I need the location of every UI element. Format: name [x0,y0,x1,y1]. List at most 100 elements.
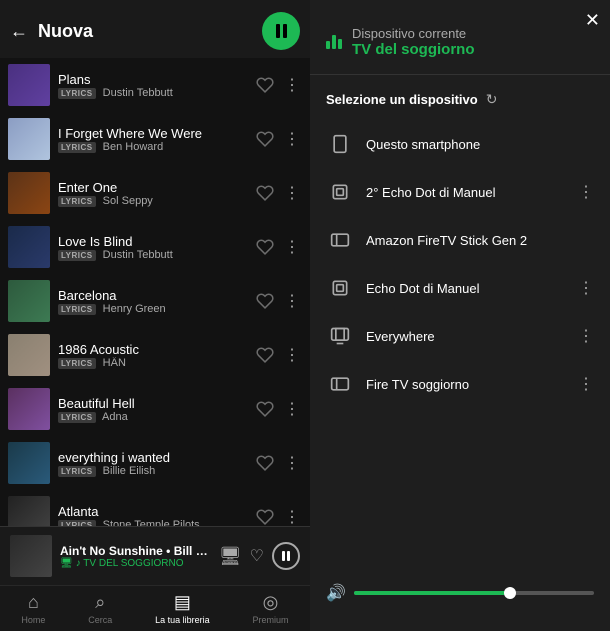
song-name-love: Love Is Blind [58,234,246,249]
nav-icon-search: ⌕ [95,592,105,613]
device-icon-echo2 [326,178,354,206]
song-item-barcelona[interactable]: Barcelona LYRICS Henry Green ⋮ [0,274,310,328]
device-item-smartphone[interactable]: Questo smartphone [310,120,610,168]
like-icon-acoustic[interactable] [254,344,276,366]
song-thumb-love [8,226,50,268]
device-item-everywhere[interactable]: Everywhere ⋮ [310,312,610,360]
heart-icon: ♡ [250,546,264,566]
song-item-atlanta[interactable]: Atlanta LYRICS Stone Temple Pilots ⋮ [0,490,310,526]
nav-icon-home: ⌂ [28,592,39,613]
song-info-acoustic: 1986 Acoustic LYRICS HÄN [58,342,246,369]
song-thumb-everything [8,442,50,484]
like-icon-enter[interactable] [254,182,276,204]
now-playing-thumb [10,535,52,577]
mini-pause-button[interactable] [272,542,300,570]
volume-track[interactable] [354,591,594,595]
like-icon-barcelona[interactable] [254,290,276,312]
nav-item-home[interactable]: ⌂ Home [21,592,45,625]
song-thumb-acoustic [8,334,50,376]
song-artist-barcelona: LYRICS Henry Green [58,303,246,315]
more-icon-atlanta[interactable]: ⋮ [282,507,302,526]
song-thumb-plans [8,64,50,106]
song-artist-everything: LYRICS Billie Eilish [58,465,246,477]
more-icon-enter[interactable]: ⋮ [282,183,302,203]
device-name-echo: Echo Dot di Manuel [366,281,566,296]
device-icon-echo [326,274,354,302]
device-item-echo[interactable]: Echo Dot di Manuel ⋮ [310,264,610,312]
song-item-love[interactable]: Love Is Blind LYRICS Dustin Tebbutt ⋮ [0,220,310,274]
song-item-beautiful[interactable]: Beautiful Hell LYRICS Adna ⋮ [0,382,310,436]
volume-control: 🔊 [310,571,610,615]
device-more-everywhere[interactable]: ⋮ [578,326,594,346]
like-icon-forget[interactable] [254,128,276,150]
like-icon-everything[interactable] [254,452,276,474]
song-info-enter: Enter One LYRICS Sol Seppy [58,180,246,207]
more-icon-plans[interactable]: ⋮ [282,75,302,95]
song-item-plans[interactable]: Plans LYRICS Dustin Tebbutt ⋮ [0,58,310,112]
nav-item-search[interactable]: ⌕ Cerca [88,592,112,625]
like-icon-atlanta[interactable] [254,506,276,526]
now-playing-info: Ain't No Sunshine • Bill Withers 🖥 ♪ TV … [60,544,211,569]
now-playing-controls: 🖥 ♡ [219,542,300,570]
device-icon-smartphone [326,130,354,158]
song-actions-everything: ⋮ [254,452,302,474]
song-actions-atlanta: ⋮ [254,506,302,526]
device-more-echo2[interactable]: ⋮ [578,182,594,202]
lyrics-badge: LYRICS [58,412,96,423]
back-button[interactable]: ← [10,21,28,42]
song-actions-beautiful: ⋮ [254,398,302,420]
volume-icon: 🔊 [326,583,346,603]
song-actions-enter: ⋮ [254,182,302,204]
song-item-acoustic[interactable]: 1986 Acoustic LYRICS HÄN ⋮ [0,328,310,382]
device-item-firetv[interactable]: Amazon FireTV Stick Gen 2 [310,216,610,264]
song-artist-acoustic: LYRICS HÄN [58,357,246,369]
like-icon-beautiful[interactable] [254,398,276,420]
device-screen-icon: 🖥 [60,558,73,569]
device-name-smartphone: Questo smartphone [366,137,594,152]
lyrics-badge: LYRICS [58,88,96,99]
lyrics-badge: LYRICS [58,304,96,315]
device-more-firetv2[interactable]: ⋮ [578,374,594,394]
song-actions-forget: ⋮ [254,128,302,150]
more-icon-everything[interactable]: ⋮ [282,453,302,473]
more-icon-forget[interactable]: ⋮ [282,129,302,149]
current-device-label: Dispositivo corrente [352,26,475,41]
nav-item-premium[interactable]: ◎ Premium [253,592,289,625]
close-button[interactable]: ✕ [585,10,600,31]
now-playing-title: Ain't No Sunshine • Bill Withers [60,544,211,558]
nav-item-library[interactable]: ▤ La tua libreria [155,592,210,625]
song-item-enter[interactable]: Enter One LYRICS Sol Seppy ⋮ [0,166,310,220]
current-device-section: Dispositivo corrente TV del soggiorno [310,16,610,75]
device-list: Questo smartphone 2° Echo Dot di Manuel … [310,120,610,571]
mini-pause-icon [282,551,290,561]
pause-play-button[interactable] [262,12,300,50]
page-title: Nuova [38,21,252,42]
song-thumb-enter [8,172,50,214]
device-item-echo2[interactable]: 2° Echo Dot di Manuel ⋮ [310,168,610,216]
volume-thumb[interactable] [504,587,516,599]
song-item-forget[interactable]: I Forget Where We Were LYRICS Ben Howard… [0,112,310,166]
screen-cast-button[interactable]: 🖥 [219,546,242,567]
song-name-forget: I Forget Where We Were [58,126,246,141]
song-name-acoustic: 1986 Acoustic [58,342,246,357]
device-name: ♪ TV DEL SOGGIORNO [76,558,184,569]
more-icon-love[interactable]: ⋮ [282,237,302,257]
like-icon-love[interactable] [254,236,276,258]
song-item-everything[interactable]: everything i wanted LYRICS Billie Eilish… [0,436,310,490]
song-artist-plans: LYRICS Dustin Tebbutt [58,87,246,99]
song-name-enter: Enter One [58,180,246,195]
device-icon-firetv2 [326,370,354,398]
song-artist-atlanta: LYRICS Stone Temple Pilots [58,519,246,527]
device-more-echo[interactable]: ⋮ [578,278,594,298]
song-thumb-atlanta [8,496,50,526]
device-item-firetv2[interactable]: Fire TV soggiorno ⋮ [310,360,610,408]
more-icon-beautiful[interactable]: ⋮ [282,399,302,419]
like-icon-plans[interactable] [254,74,276,96]
nav-label-library: La tua libreria [155,615,210,625]
song-name-beautiful: Beautiful Hell [58,396,246,411]
more-icon-acoustic[interactable]: ⋮ [282,345,302,365]
now-playing-bar: Ain't No Sunshine • Bill Withers 🖥 ♪ TV … [0,526,310,585]
current-device-name: TV del soggiorno [352,41,475,58]
more-icon-barcelona[interactable]: ⋮ [282,291,302,311]
heart-button[interactable]: ♡ [250,546,264,566]
